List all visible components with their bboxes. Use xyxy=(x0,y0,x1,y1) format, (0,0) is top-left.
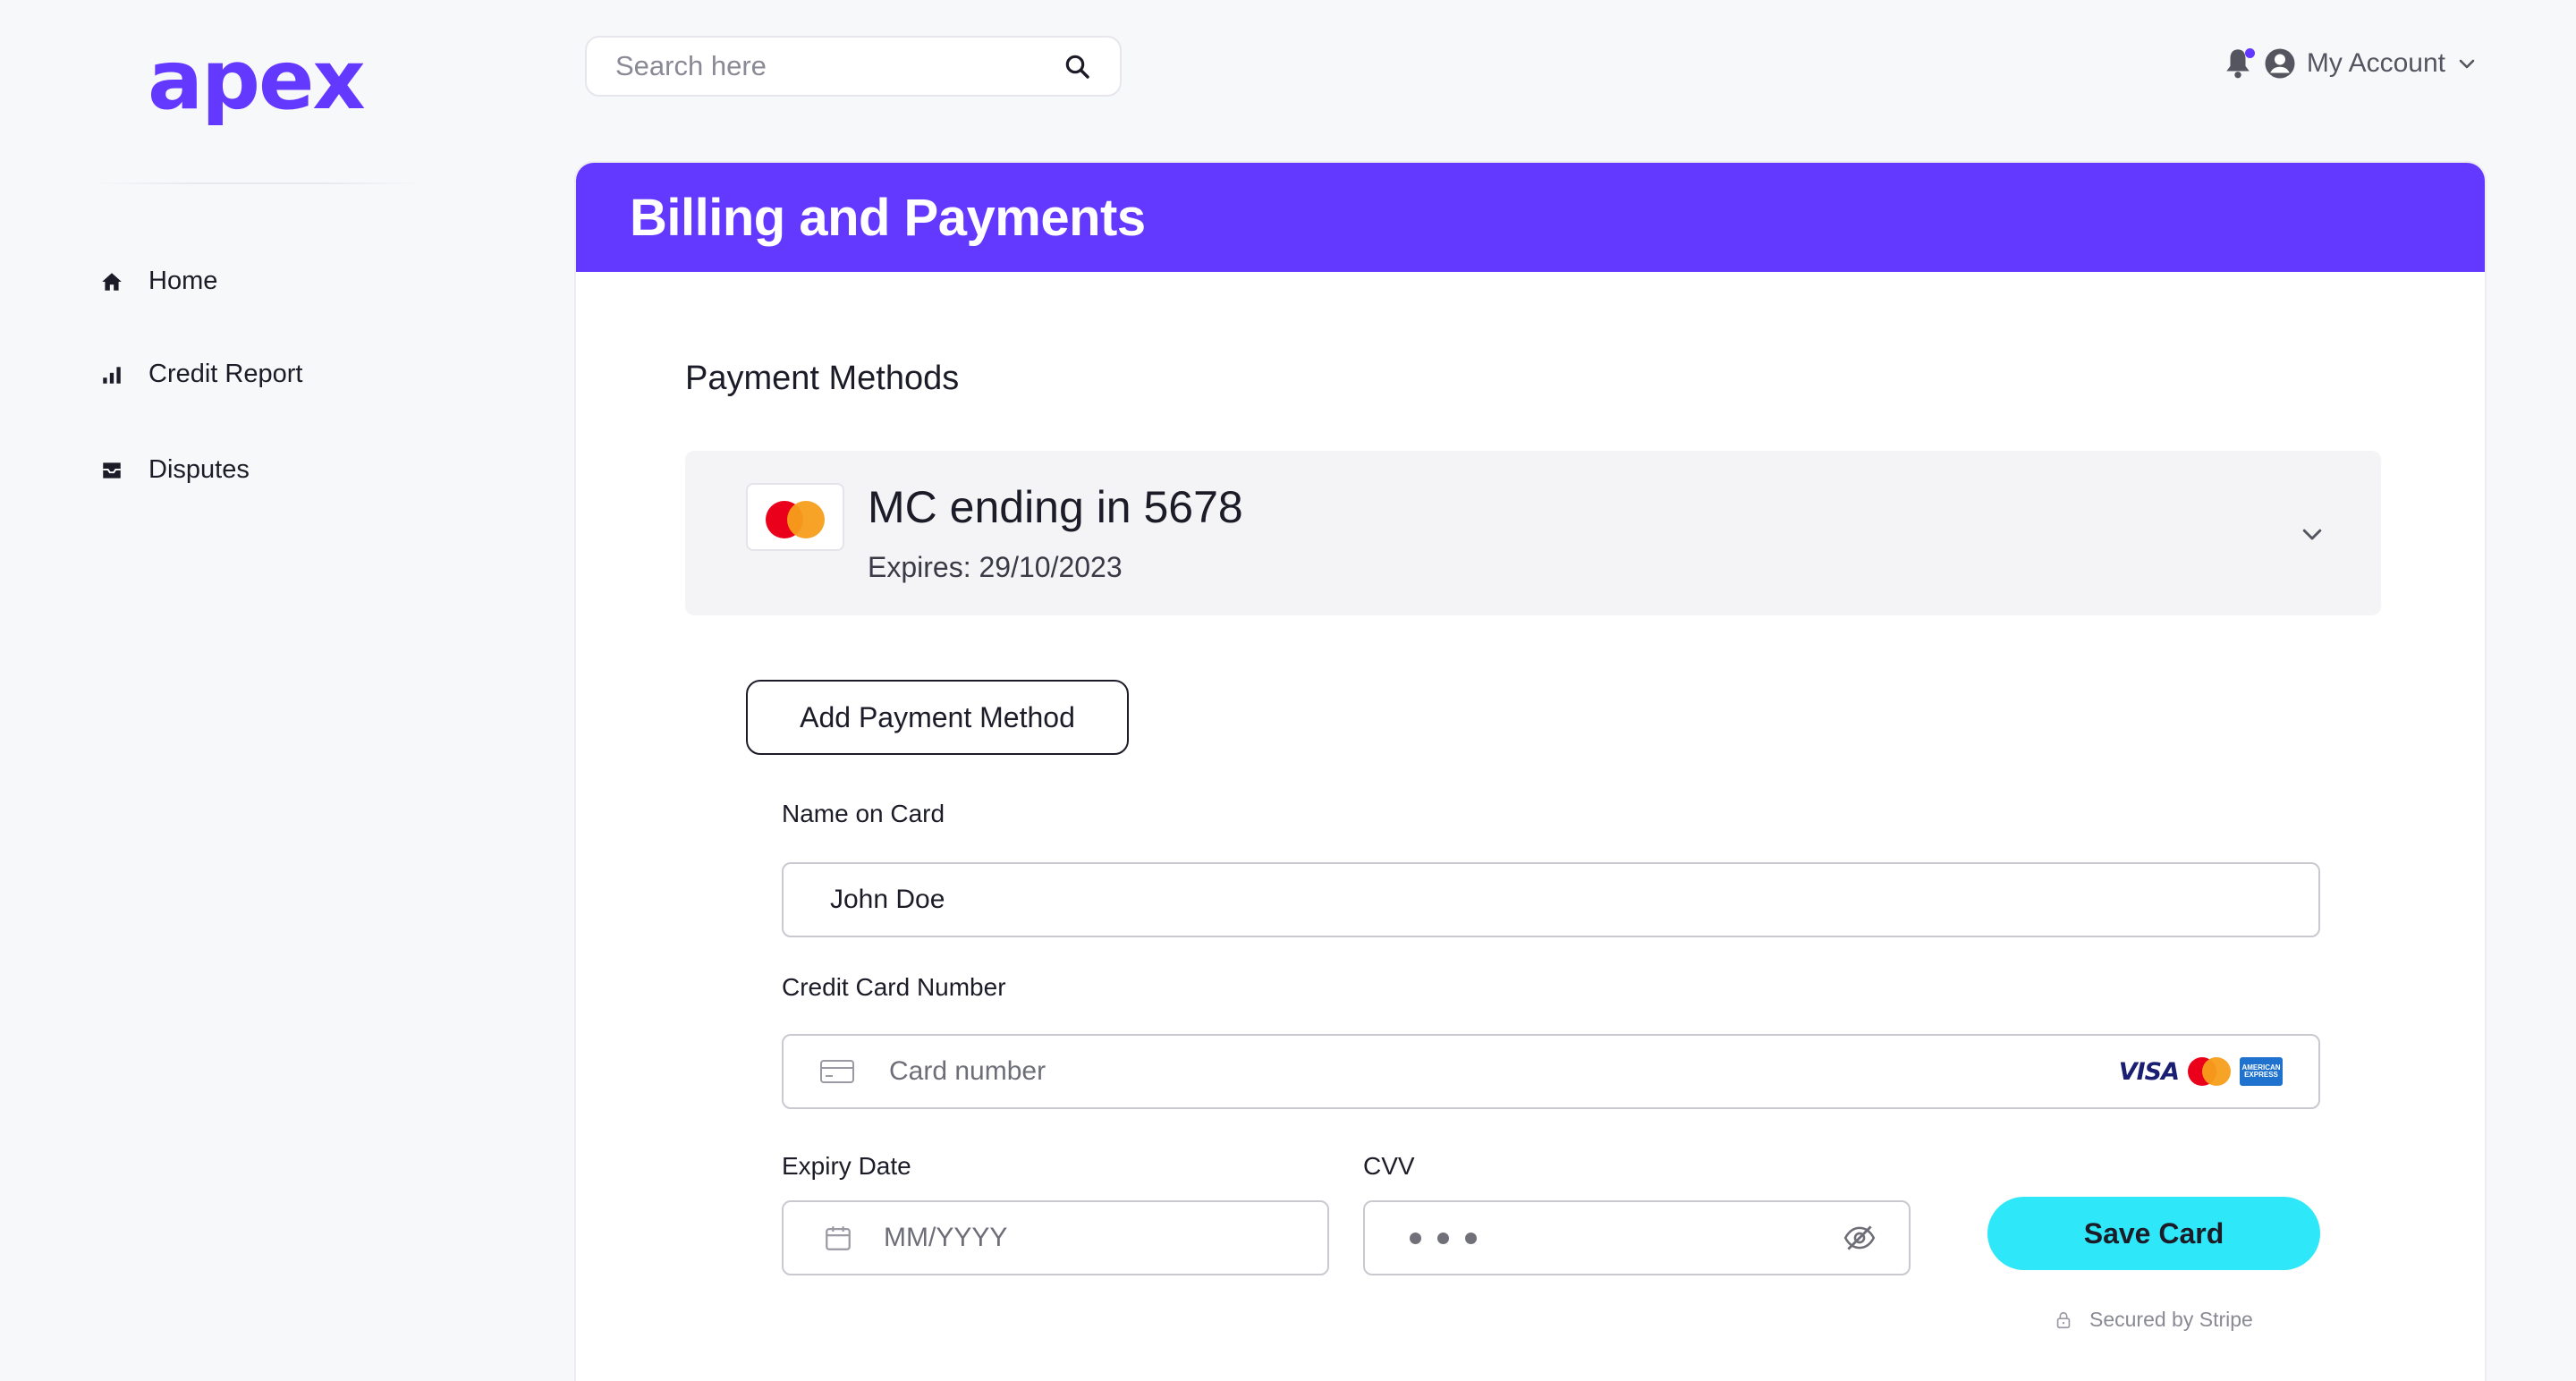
sidebar-item-label: Disputes xyxy=(148,455,250,484)
notification-dot xyxy=(2244,48,2255,58)
card-number-label: Credit Card Number xyxy=(782,973,1006,1001)
expiry-date-label: Expiry Date xyxy=(782,1152,911,1180)
expiry-date-field[interactable] xyxy=(782,1200,1329,1275)
name-on-card-label: Name on Card xyxy=(782,800,945,827)
sidebar-divider xyxy=(93,182,424,184)
mastercard-mini-logo xyxy=(2188,1057,2231,1086)
user-avatar-icon xyxy=(2265,48,2295,79)
search-bar[interactable] xyxy=(585,36,1122,97)
expiry-date-input[interactable] xyxy=(884,1223,1327,1253)
visa-logo: VISA xyxy=(2118,1057,2180,1086)
secured-by-stripe: Secured by Stripe xyxy=(2054,1308,2253,1332)
inbox-icon xyxy=(103,462,121,479)
card-number-field[interactable]: VISA AMERICAN EXPRESS xyxy=(782,1034,2320,1109)
account-menu[interactable]: My Account xyxy=(2223,47,2478,80)
cvv-label: CVV xyxy=(1363,1152,1415,1180)
name-on-card-field[interactable] xyxy=(782,862,2320,937)
eye-off-icon[interactable] xyxy=(1843,1221,1877,1255)
billing-card: Billing and Payments Payment Methods MC … xyxy=(574,161,2487,1381)
page-title: Billing and Payments xyxy=(576,163,2485,272)
calendar-icon xyxy=(826,1226,851,1250)
card-brands: VISA AMERICAN EXPRESS xyxy=(2119,1057,2283,1086)
lock-icon xyxy=(2056,1311,2071,1328)
cvv-field[interactable] xyxy=(1363,1200,1911,1275)
card-number-input[interactable] xyxy=(889,1056,2085,1087)
credit-card-icon xyxy=(820,1060,854,1083)
home-icon xyxy=(102,272,122,291)
section-title: Payment Methods xyxy=(685,360,960,397)
apex-logo[interactable]: apex xyxy=(148,39,366,122)
amex-logo: AMERICAN EXPRESS xyxy=(2240,1057,2283,1086)
name-on-card-input[interactable] xyxy=(830,885,2318,915)
add-payment-method-button[interactable]: Add Payment Method xyxy=(746,680,1129,755)
secured-text: Secured by Stripe xyxy=(2089,1308,2253,1331)
payment-method-item[interactable]: MC ending in 5678 Expires: 29/10/2023 xyxy=(685,451,2381,615)
sidebar-item-label: Home xyxy=(148,267,218,295)
chevron-down-icon xyxy=(2459,59,2475,69)
notification-bell[interactable] xyxy=(2223,47,2255,80)
bar-chart-icon xyxy=(103,366,121,384)
save-card-button[interactable]: Save Card xyxy=(1987,1197,2320,1270)
payment-method-expiry: Expires: 29/10/2023 xyxy=(868,551,1123,583)
sidebar-item-home[interactable]: Home xyxy=(100,267,217,296)
payment-method-title: MC ending in 5678 xyxy=(868,482,1243,532)
search-icon[interactable] xyxy=(1063,52,1091,80)
sidebar-item-credit-report[interactable]: Credit Report xyxy=(100,360,302,389)
search-input[interactable] xyxy=(615,50,1063,82)
account-label: My Account xyxy=(2306,48,2445,78)
sidebar-item-label: Credit Report xyxy=(148,360,303,388)
sidebar-item-disputes[interactable]: Disputes xyxy=(100,455,250,485)
mastercard-logo xyxy=(746,483,844,551)
chevron-down-icon[interactable] xyxy=(2299,521,2326,547)
cvv-masked-value[interactable] xyxy=(1410,1232,1843,1244)
